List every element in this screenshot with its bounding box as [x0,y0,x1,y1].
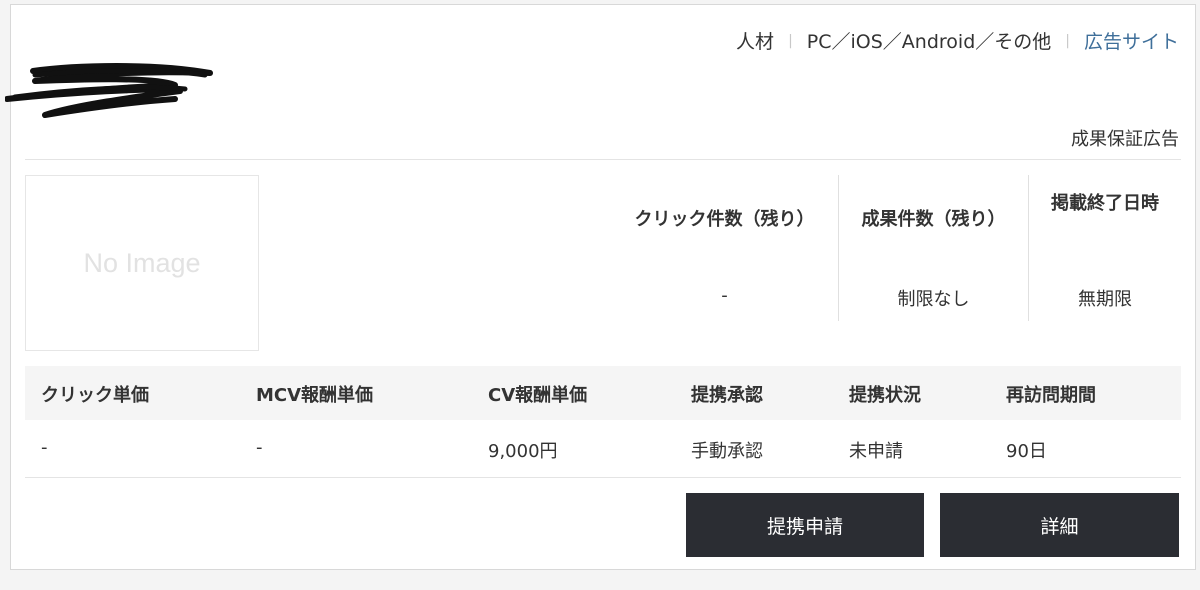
performance-guarantee-badge: 成果保証広告 [1071,129,1179,150]
th-approval: 提携承認 [691,385,763,406]
stat-value: - [721,285,728,306]
stat-value: 無期限 [1078,289,1132,310]
stat-conversion-count: 成果件数（残り） 制限なし [839,175,1029,321]
stat-label: 掲載終了日時 [1051,193,1159,214]
ad-card: 人材 | PC／iOS／Android／その他 | 広告サイト 成果保証広告 N… [5,4,1196,570]
detail-button[interactable]: 詳細 [940,493,1179,557]
tag-category: 人材 [736,31,775,53]
tag-device: PC／iOS／Android／その他 [806,31,1052,53]
td-revisit-period: 90日 [1006,441,1047,462]
td-click-price: - [41,437,48,458]
stat-label: 成果件数（残り） [861,209,1006,230]
tag-separator: | [1065,32,1070,49]
td-approval: 手動承認 [691,441,763,462]
th-click-price: クリック単価 [41,385,149,406]
stat-end-date: 掲載終了日時 無期限 [1029,175,1181,321]
header-divider [25,159,1181,160]
tag-separator: | [788,32,793,49]
ad-image-placeholder: No Image [25,175,259,351]
th-status: 提携状況 [849,385,921,406]
td-status: 未申請 [849,441,903,462]
apply-partnership-button[interactable]: 提携申請 [686,493,924,557]
th-mcv-reward: MCV報酬単価 [256,385,374,406]
stat-value: 制限なし [897,289,970,310]
table-divider [25,477,1181,478]
category-tags: 人材 | PC／iOS／Android／その他 | 広告サイト [736,27,1179,54]
th-revisit-period: 再訪問期間 [1006,385,1096,406]
td-mcv-reward: - [256,437,263,458]
redacted-title-scribble [5,63,213,118]
ad-site-link[interactable]: 広告サイト [1084,27,1179,54]
stat-click-count: クリック件数（残り） - [611,175,839,321]
th-cv-reward: CV報酬単価 [488,385,588,406]
td-cv-reward: 9,000円 [488,441,558,462]
stat-label: クリック件数（残り） [634,209,815,230]
